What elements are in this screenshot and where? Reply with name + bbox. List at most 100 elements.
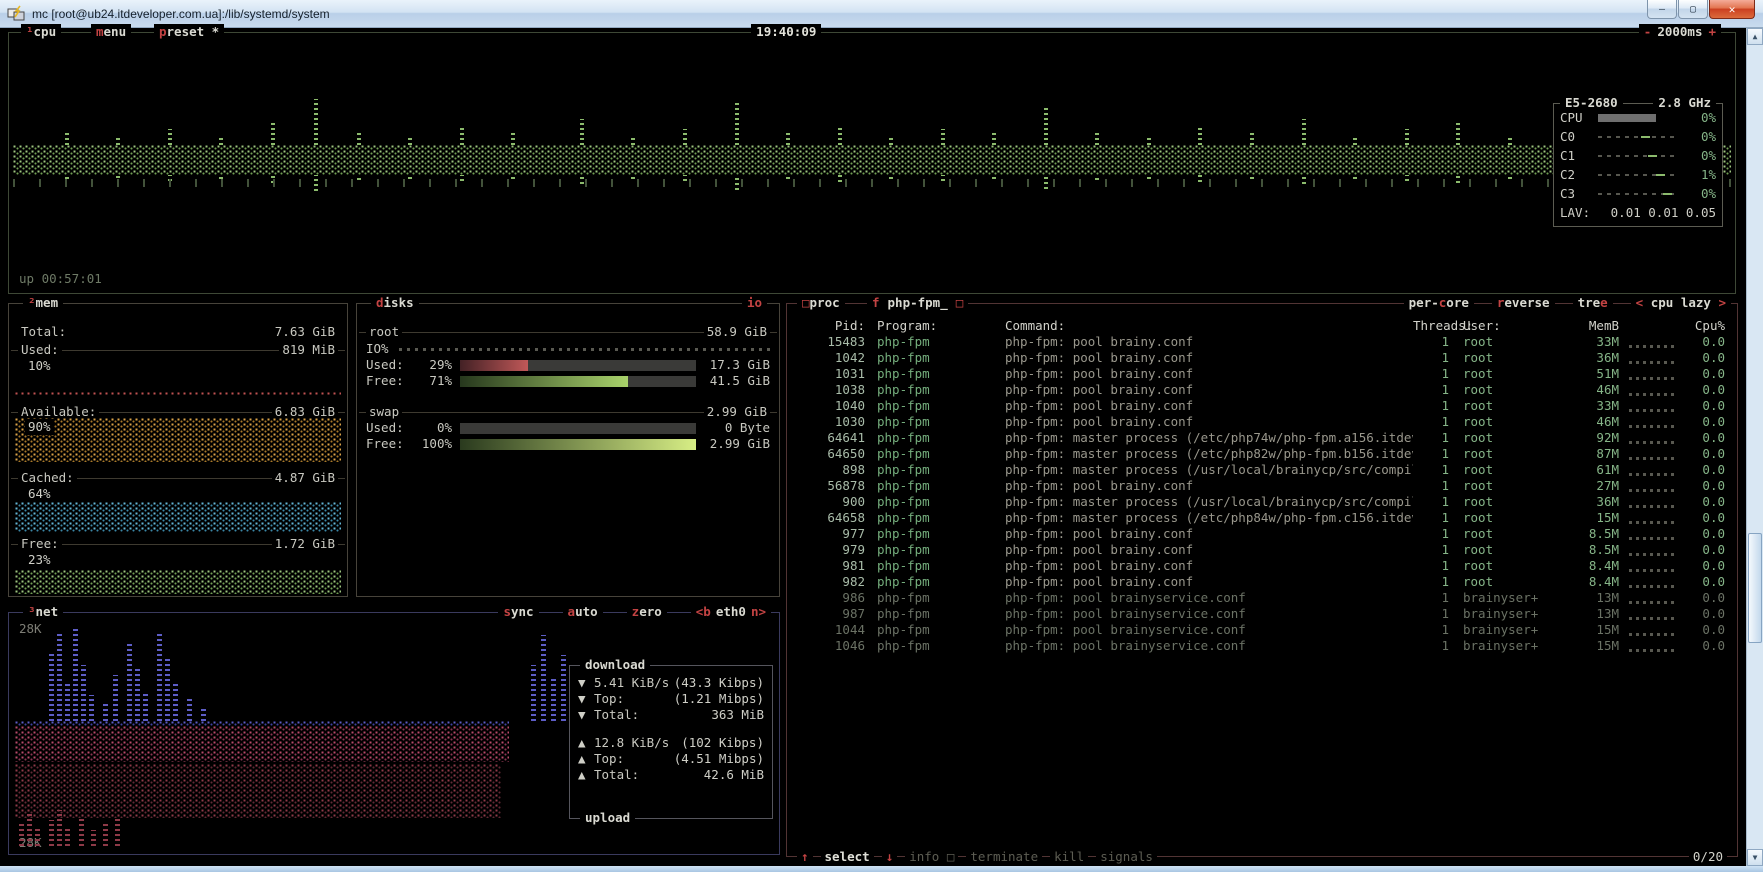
disk-root-size: 58.9 GiB [704, 324, 770, 340]
net-stat-row: ▼Top:(1.21 Mibps) [578, 691, 764, 707]
kill-button[interactable]: kill [1050, 849, 1088, 865]
cpu-usage-graph [13, 145, 1731, 175]
table-row[interactable]: 977php-fpmphp-fpm: pool brainy.conf1root… [787, 526, 1737, 542]
mem-free-percent: 23% [25, 552, 54, 568]
disk-swap-name: swap [366, 404, 402, 420]
table-row[interactable]: 981php-fpmphp-fpm: pool brainy.conf1root… [787, 558, 1737, 574]
table-row[interactable]: 64658php-fpmphp-fpm: master process (/et… [787, 510, 1737, 526]
tab-net[interactable]: ³net [23, 604, 63, 620]
table-row[interactable]: 1030php-fpmphp-fpm: pool brainy.conf1roo… [787, 414, 1737, 430]
scroll-up-arrow-icon[interactable]: ▲ [1747, 28, 1763, 45]
signals-button[interactable]: signals [1096, 849, 1157, 865]
table-row[interactable]: 64641php-fpmphp-fpm: master process (/et… [787, 430, 1737, 446]
upload-rows: ▲12.8 KiB/s(102 Kibps)▲Top:(4.51 Mibps)▲… [578, 735, 764, 783]
process-cpu-minigraph [1629, 644, 1675, 652]
scrollbar[interactable]: ▲ ▼ [1746, 28, 1763, 866]
mem-total-label: Total: [18, 324, 69, 340]
menu-button[interactable]: menu [91, 24, 131, 40]
sort-selector[interactable]: < cpu lazy > [1631, 295, 1731, 311]
window-title: mc [root@ub24.itdeveloper.com.ua]:/lib/s… [32, 7, 330, 21]
table-row[interactable]: 56878php-fpmphp-fpm: pool brainy.conf1ro… [787, 478, 1737, 494]
cpu-box: ¹cpu menu preset * 19:40:09 -2000ms+ up … [8, 32, 1736, 294]
net-zero-button[interactable]: zero [627, 604, 667, 620]
close-button[interactable]: ✕ [1709, 0, 1755, 19]
tree-toggle[interactable]: tree [1573, 295, 1613, 311]
net-upload-graph-band2 [15, 764, 501, 818]
table-row[interactable]: 979php-fpmphp-fpm: pool brainy.conf1root… [787, 542, 1737, 558]
mem-cached-graph [15, 502, 341, 532]
tab-disks[interactable]: disks [371, 295, 419, 311]
select-down-arrow[interactable]: ↓ [882, 849, 898, 865]
per-core-toggle[interactable]: per-core [1404, 295, 1474, 311]
arrow-icon: ▲ [578, 751, 594, 767]
mem-used-percent: 10% [25, 358, 54, 374]
proc-table-header: Pid: Program: Command: Threads: User: Me… [787, 318, 1737, 334]
tab-mem[interactable]: ²mem [23, 295, 63, 311]
info-button[interactable]: info □ [905, 849, 958, 865]
process-cpu-minigraph [1629, 404, 1675, 412]
table-row[interactable]: 1042php-fpmphp-fpm: pool brainy.conf1roo… [787, 350, 1737, 366]
table-row[interactable]: 987php-fpmphp-fpm: pool brainyservice.co… [787, 606, 1737, 622]
process-cpu-minigraph [1629, 500, 1675, 508]
table-row[interactable]: 64650php-fpmphp-fpm: master process (/et… [787, 446, 1737, 462]
table-row[interactable]: 898php-fpmphp-fpm: master process (/usr/… [787, 462, 1737, 478]
preset-button[interactable]: preset * [154, 24, 224, 40]
net-stat-row: ▼Total:363 MiB [578, 707, 764, 723]
tab-proc[interactable]: □proc [797, 295, 845, 311]
window-bottom-border [0, 866, 1763, 872]
disk-root-used-bar [460, 360, 696, 371]
mem-free-graph [15, 570, 341, 594]
title-bar[interactable]: mc [root@ub24.itdeveloper.com.ua]:/lib/s… [0, 0, 1763, 28]
mem-used-row: Used: 819 MiB [9, 342, 347, 358]
cpu-core-row: C21% [1560, 165, 1716, 184]
table-row[interactable]: 982php-fpmphp-fpm: pool brainy.conf1root… [787, 574, 1737, 590]
table-row[interactable]: 1044php-fpmphp-fpm: pool brainyservice.c… [787, 622, 1737, 638]
table-row[interactable]: 1046php-fpmphp-fpm: pool brainyservice.c… [787, 638, 1737, 654]
terminate-button[interactable]: terminate [966, 849, 1042, 865]
scrollbar-thumb[interactable] [1748, 533, 1762, 643]
selection-counter: 0/20 [1689, 849, 1727, 865]
arrow-icon: ▼ [578, 675, 594, 691]
upload-title: upload [580, 810, 635, 826]
table-row[interactable]: 986php-fpmphp-fpm: pool brainyservice.co… [787, 590, 1737, 606]
net-sync-button[interactable]: sync [498, 604, 538, 620]
table-row[interactable]: 15483php-fpmphp-fpm: pool brainy.conf1ro… [787, 334, 1737, 350]
select-up-arrow[interactable]: ↑ [797, 849, 813, 865]
mem-cached-row: Cached: 4.87 GiB [9, 470, 347, 486]
table-row[interactable]: 900php-fpmphp-fpm: master process (/usr/… [787, 494, 1737, 510]
reverse-toggle[interactable]: reverse [1492, 295, 1555, 311]
interval-decrease-button[interactable]: - [1644, 24, 1652, 39]
interval-increase-button[interactable]: + [1708, 24, 1716, 39]
disk-root-row: root 58.9 GiB [357, 324, 779, 340]
net-stat-row: ▼5.41 KiB/s(43.3 Kibps) [578, 675, 764, 691]
minimize-button[interactable]: — [1647, 0, 1677, 19]
mem-free-row: Free: 1.72 GiB [9, 536, 347, 552]
disk-swap-free-bar [460, 439, 696, 450]
process-cpu-minigraph [1629, 628, 1675, 636]
mem-free-value: 1.72 GiB [272, 536, 338, 552]
filter-clear-icon[interactable]: □ [956, 295, 964, 310]
table-row[interactable]: 1040php-fpmphp-fpm: pool brainy.conf1roo… [787, 398, 1737, 414]
net-download-graph [15, 627, 565, 721]
terminal-screen: ¹cpu menu preset * 19:40:09 -2000ms+ up … [0, 28, 1746, 866]
mem-box: ²mem Total: 7.63 GiB Used: 819 MiB 10% A… [8, 303, 348, 597]
table-row[interactable]: 1031php-fpmphp-fpm: pool brainy.conf1roo… [787, 366, 1737, 382]
sort-next-arrow[interactable]: > [1718, 295, 1726, 310]
tab-cpu[interactable]: ¹cpu [21, 24, 61, 40]
net-auto-button[interactable]: auto [563, 604, 603, 620]
disk-root-io-label: IO% [366, 341, 389, 357]
process-cpu-minigraph [1629, 596, 1675, 604]
mem-cached-percent: 64% [25, 486, 54, 502]
io-toggle[interactable]: io [742, 295, 767, 311]
table-row[interactable]: 1038php-fpmphp-fpm: pool brainy.conf1roo… [787, 382, 1737, 398]
disk-swap-used-bar [460, 423, 696, 434]
proc-table-rows: 15483php-fpmphp-fpm: pool brainy.conf1ro… [787, 334, 1737, 654]
net-interface-switcher[interactable]: <beth0n> [691, 604, 771, 620]
scroll-down-arrow-icon[interactable]: ▼ [1747, 849, 1763, 866]
proc-filter-input[interactable]: fphp-fpm_□ [867, 295, 968, 311]
select-label: select [821, 849, 874, 865]
arrow-icon: ▲ [578, 735, 594, 751]
app-window: mc [root@ub24.itdeveloper.com.ua]:/lib/s… [0, 0, 1763, 872]
maximize-button[interactable]: ▢ [1678, 0, 1708, 19]
load-average-row: LAV: 0.01 0.01 0.05 [1554, 203, 1722, 222]
